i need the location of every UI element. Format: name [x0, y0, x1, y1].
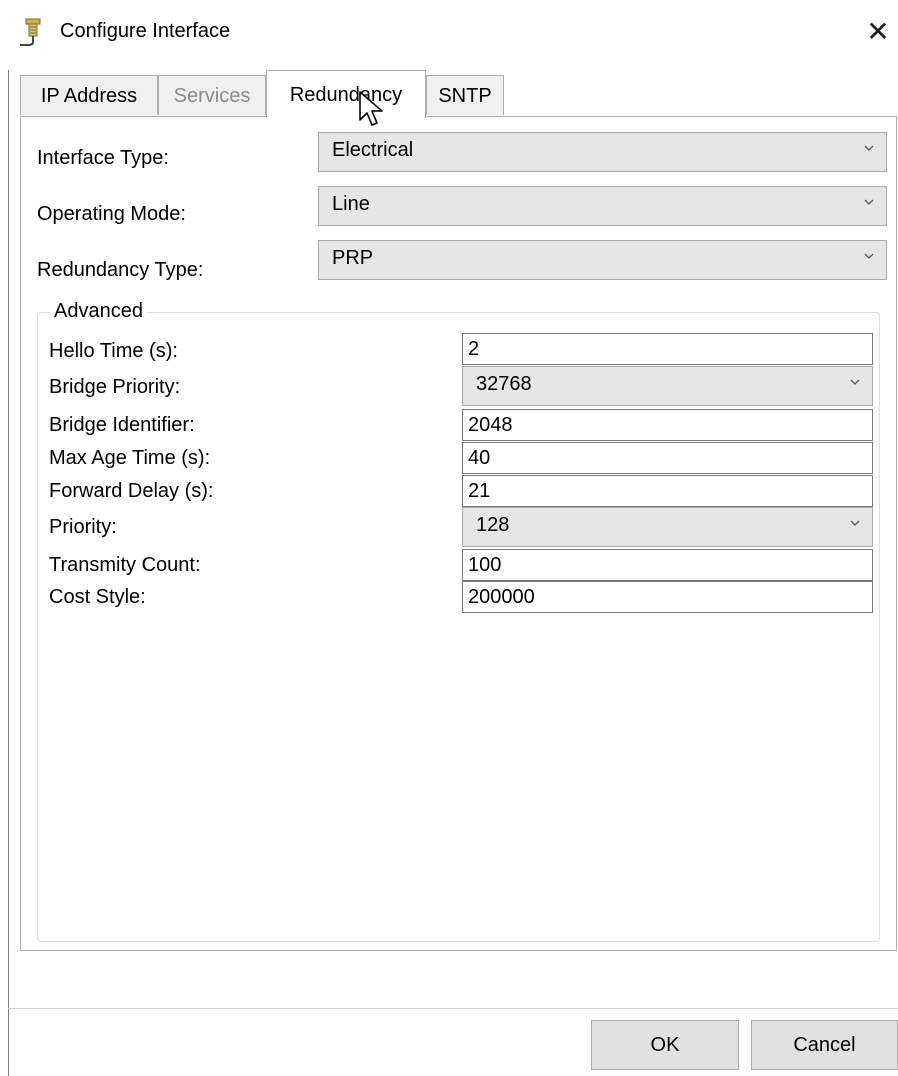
- forward-delay-label: Forward Delay (s):: [49, 480, 214, 502]
- priority-value: 128: [476, 514, 510, 536]
- hello-time-label: Hello Time (s):: [49, 340, 178, 362]
- configure-interface-dialog: Configure Interface ✕ IP Address Service…: [0, 0, 898, 1076]
- advanced-groupbox: Advanced Hello Time (s): 2 Bridge Priori…: [37, 300, 880, 942]
- tab-ip-address[interactable]: IP Address: [20, 75, 158, 115]
- network-plug-icon: [20, 18, 41, 46]
- interface-type-select[interactable]: Electrical: [318, 132, 887, 172]
- tab-sntp[interactable]: SNTP: [426, 75, 504, 115]
- close-button[interactable]: ✕: [860, 12, 896, 52]
- operating-mode-select[interactable]: Line: [318, 186, 887, 226]
- advanced-legend: Advanced: [50, 300, 147, 323]
- title-bar: Configure Interface ✕: [0, 0, 898, 70]
- chevron-down-icon: [864, 145, 874, 151]
- redundancy-type-value: PRP: [332, 247, 374, 269]
- max-age-time-label: Max Age Time (s):: [49, 447, 211, 469]
- cost-style-label: Cost Style:: [49, 586, 146, 608]
- chevron-down-icon: [850, 520, 860, 526]
- priority-select[interactable]: 128: [462, 507, 873, 547]
- hello-time-input[interactable]: 2: [462, 333, 873, 365]
- transmity-count-input[interactable]: 100: [462, 549, 873, 581]
- max-age-time-input[interactable]: 40: [462, 442, 873, 474]
- interface-type-label: Interface Type:: [37, 147, 169, 169]
- chevron-down-icon: [864, 199, 874, 205]
- tab-services[interactable]: Services: [158, 75, 266, 115]
- transmity-count-label: Transmity Count:: [49, 554, 201, 576]
- operating-mode-value: Line: [332, 193, 370, 215]
- bridge-priority-value: 32768: [476, 373, 532, 395]
- mouse-cursor-icon: [359, 91, 383, 126]
- chevron-down-icon: [850, 379, 860, 385]
- forward-delay-input[interactable]: 21: [462, 475, 873, 507]
- tab-redundancy[interactable]: Redundancy: [266, 70, 426, 118]
- bridge-priority-select[interactable]: 32768: [462, 366, 873, 406]
- chevron-down-icon: [864, 253, 874, 259]
- priority-label: Priority:: [49, 516, 117, 538]
- redundancy-tab-panel: Interface Type: Electrical Operating Mod…: [20, 116, 897, 951]
- operating-mode-label: Operating Mode:: [37, 203, 186, 225]
- interface-type-value: Electrical: [332, 139, 414, 161]
- window-left-border: [8, 0, 9, 1076]
- bridge-identifier-label: Bridge Identifier:: [49, 414, 195, 436]
- redundancy-type-label: Redundancy Type:: [37, 259, 204, 281]
- ok-button[interactable]: OK: [591, 1020, 739, 1070]
- bridge-identifier-input[interactable]: 2048: [462, 409, 873, 441]
- cost-style-input[interactable]: 200000: [462, 581, 873, 613]
- window-title: Configure Interface: [60, 20, 231, 42]
- cancel-button[interactable]: Cancel: [751, 1020, 898, 1070]
- bridge-priority-label: Bridge Priority:: [49, 376, 181, 398]
- redundancy-type-select[interactable]: PRP: [318, 240, 887, 280]
- footer-divider: [8, 1008, 898, 1009]
